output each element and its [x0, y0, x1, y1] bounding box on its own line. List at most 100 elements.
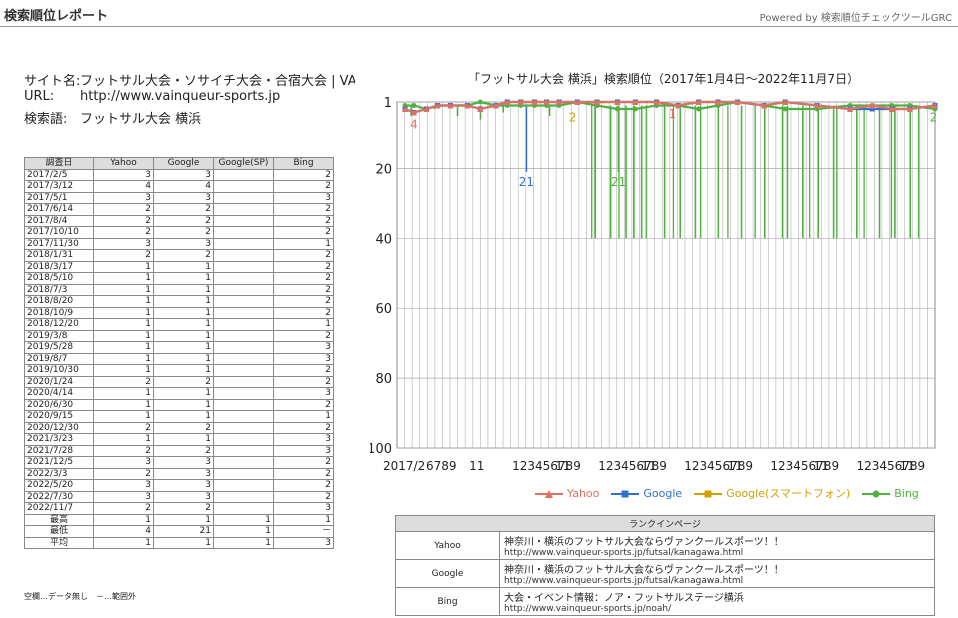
rank-cell: [213, 479, 274, 492]
x-tick-label: 11: [641, 459, 656, 473]
row-label: 平均: [24, 536, 94, 549]
x-tick-label: 123456789: [770, 459, 839, 473]
row-label: 2022/3/3: [24, 467, 94, 480]
rank-cell: 3: [273, 502, 334, 515]
rank-cell: 4: [153, 180, 214, 193]
row-label: 最高: [24, 513, 94, 526]
row-label: 2017/5/1: [24, 191, 94, 204]
data-label: 21: [519, 175, 534, 189]
rank-cell: 2: [153, 203, 214, 216]
legend-label: Google: [643, 487, 683, 500]
rank-cell: 2: [273, 260, 334, 273]
rank-cell: 1: [153, 536, 214, 549]
rank-cell: 1: [153, 433, 214, 446]
landing-page-url[interactable]: http://www.vainqueur-sports.jp/futsal/ka…: [504, 548, 930, 558]
row-label: 2021/12/5: [24, 456, 94, 469]
rank-cell: 1: [153, 283, 214, 296]
rank-cell: 2: [153, 421, 214, 434]
landing-page-url[interactable]: http://www.vainqueur-sports.jp/futsal/ka…: [504, 576, 930, 586]
data-label: 2: [569, 110, 577, 124]
rank-cell: 2: [93, 226, 154, 239]
rank-cell: 2: [273, 214, 334, 227]
rank-cell: 4: [93, 525, 154, 538]
rank-cell: 3: [93, 456, 154, 469]
row-label: 2019/8/7: [24, 352, 94, 365]
rank-cell: 2: [273, 467, 334, 480]
rank-cell: 2: [273, 306, 334, 319]
legend-marker-icon: [535, 490, 563, 498]
rank-cell: 2: [273, 283, 334, 296]
column-header: Google(SP): [213, 157, 274, 170]
landing-page-cell: 神奈川・横浜のフットサル大会ならヴァンクールスポーツ！！ http://www.v…: [499, 531, 935, 560]
rank-cell: 2: [273, 479, 334, 492]
report-meta: サイト名:フットサル大会・ソサイチ大会・合宿大会 | VAINQUEUR URL…: [24, 70, 355, 127]
rank-cell: [213, 502, 274, 515]
rank-cell: [213, 249, 274, 262]
rank-cell: 1: [213, 536, 274, 549]
table-row: 2022/5/20 3 3 2: [24, 479, 334, 492]
table-row: 2017/2/5 3 3 2: [24, 168, 334, 181]
engine-name: Yahoo: [395, 531, 500, 560]
table-row: 2017/10/10 2 2 2: [24, 226, 334, 239]
row-label: 2017/3/12: [24, 180, 94, 193]
rank-cell: 1: [93, 364, 154, 377]
table-row: 2021/7/28 2 2 3: [24, 444, 334, 457]
landing-row: Bing 大会・イベント情報：ノア・フットサルステージ横浜 http://www.v…: [395, 587, 935, 616]
data-point: [782, 106, 788, 112]
landing-page-url[interactable]: http://www.vainqueur-sports.jp/noah/: [504, 604, 930, 614]
rank-cell: 1: [153, 398, 214, 411]
rank-cell: 1: [93, 513, 154, 526]
rank-cell: [213, 226, 274, 239]
rank-cell: [213, 283, 274, 296]
y-tick-label: 80: [375, 372, 392, 387]
rank-cell: 1: [93, 329, 154, 342]
table-row: 2018/5/10 1 1 2: [24, 272, 334, 285]
row-label: 2018/7/3: [24, 283, 94, 296]
y-tick-label: 20: [375, 162, 392, 177]
landing-page-title: 神奈川・横浜のフットサル大会ならヴァンクールスポーツ！！: [504, 565, 784, 576]
column-header: Google: [153, 157, 214, 170]
row-label: 2018/10/9: [24, 306, 94, 319]
x-tick-label: 11: [899, 459, 914, 473]
rank-cell: 3: [153, 479, 214, 492]
rank-cell: 1: [153, 329, 214, 342]
legend-label: Google(スマートフォン): [726, 487, 851, 500]
table-row: 2020/4/14 1 1 3: [24, 387, 334, 400]
rank-cell: 3: [153, 467, 214, 480]
rank-cell: 1: [273, 237, 334, 250]
engine-name: Google: [395, 559, 500, 588]
rank-cell: [213, 260, 274, 273]
rank-cell: [213, 329, 274, 342]
rank-cell: 2: [153, 444, 214, 457]
table-row: 2019/8/7 1 1 3: [24, 352, 334, 365]
landing-page-title: 神奈川・横浜のフットサル大会ならヴァンクールスポーツ！！: [504, 537, 784, 548]
row-label: 2017/8/4: [24, 214, 94, 227]
landing-row: Yahoo 神奈川・横浜のフットサル大会ならヴァンクールスポーツ！！ http://…: [395, 531, 935, 560]
rank-cell: 2: [273, 421, 334, 434]
rank-cell: 2: [153, 249, 214, 262]
data-label: 21: [611, 175, 626, 189]
rank-cell: 3: [273, 341, 334, 354]
rank-cell: [213, 467, 274, 480]
rank-cell: 3: [273, 387, 334, 400]
table-row: 2022/7/30 3 3 2: [24, 490, 334, 503]
landing-page-title: 大会・イベント情報：ノア・フットサルステージ横浜: [504, 593, 744, 604]
chart-legend: Yahoo Google Google(スマートフォン) Bing: [535, 485, 931, 501]
y-tick-label: 40: [375, 232, 392, 247]
y-tick-label: 60: [375, 302, 392, 317]
rank-cell: 3: [273, 536, 334, 549]
y-tick-label: 100: [370, 442, 392, 457]
landing-page-cell: 神奈川・横浜のフットサル大会ならヴァンクールスポーツ！！ http://www.v…: [499, 559, 935, 588]
row-label: 2021/7/28: [24, 444, 94, 457]
rank-cell: 3: [273, 191, 334, 204]
rank-cell: 1: [93, 341, 154, 354]
table-row: 最高 1 1 1 1: [24, 513, 334, 526]
table-row: 2019/5/28 1 1 3: [24, 341, 334, 354]
table-row: 2019/3/8 1 1 2: [24, 329, 334, 342]
table-row: 2017/6/14 2 2 2: [24, 203, 334, 216]
rank-cell: 1: [153, 410, 214, 423]
rank-cell: 2: [273, 375, 334, 388]
data-point: [411, 102, 417, 108]
table-row: 2018/8/20 1 1 2: [24, 295, 334, 308]
table-row: 2018/12/20 1 1 1: [24, 318, 334, 331]
